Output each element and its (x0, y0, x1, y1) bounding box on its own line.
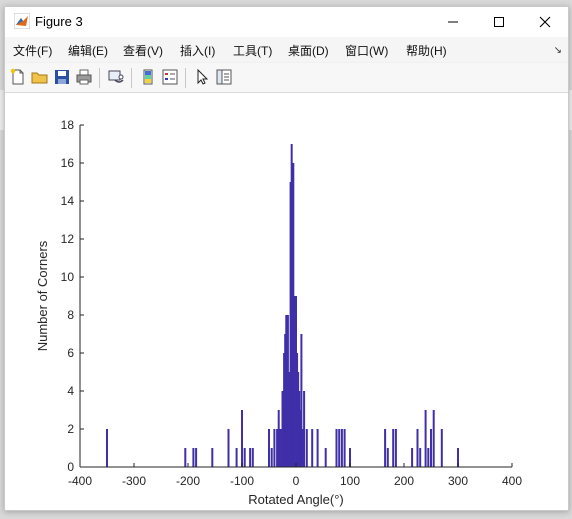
histogram-bar (227, 429, 230, 467)
print-icon[interactable] (75, 68, 93, 86)
x-tick-label: 200 (394, 474, 414, 488)
histogram-bar (386, 448, 389, 467)
toolbar-separator (131, 68, 132, 88)
open-file-icon[interactable] (31, 68, 49, 86)
histogram-bar (211, 448, 214, 467)
figure-toolbar (5, 63, 568, 93)
menu-file[interactable]: 文件(F) (13, 42, 52, 59)
menu-window[interactable]: 窗口(W) (345, 42, 388, 59)
maximize-button[interactable] (476, 7, 522, 37)
x-tick-label: -200 (176, 474, 200, 488)
y-tick-label: 18 (61, 118, 75, 132)
histogram-bar (340, 429, 343, 467)
y-tick-label: 2 (67, 422, 74, 436)
y-tick-label: 14 (61, 194, 75, 208)
histogram-bar (335, 429, 338, 467)
minimize-button[interactable] (430, 7, 476, 37)
edit-plot-arrow-icon[interactable] (193, 68, 211, 86)
histogram-bar (270, 448, 273, 467)
matlab-app-icon (14, 13, 30, 29)
histogram-bar (316, 429, 319, 467)
histogram-plot[interactable]: -400 -300 -200 -100 0 100 200 300 400 0 2 4 6 8 10 12 1… (5, 93, 568, 510)
close-button[interactable] (522, 7, 568, 37)
histogram-bar (106, 429, 108, 467)
y-axis-label: Number of Corners (35, 240, 50, 351)
histogram-bar (303, 391, 306, 467)
histogram-bar (249, 448, 252, 467)
histogram-bar (394, 429, 397, 467)
figure-window: Figure 3 文件(F) 编辑(E) 查看(V) 插入(I) 工具(T) 桌… (4, 6, 569, 511)
link-plot-icon[interactable] (107, 68, 125, 86)
y-tick-label: 12 (61, 232, 75, 246)
x-tick-label: -400 (68, 474, 92, 488)
menu-help[interactable]: 帮助(H) (406, 42, 447, 59)
x-tick-label: 100 (340, 474, 360, 488)
histogram-bar (432, 410, 435, 467)
x-axis-label: Rotated Angle(°) (248, 492, 344, 507)
histogram-bar (192, 448, 195, 467)
x-tick-label: 300 (448, 474, 468, 488)
y-tick-label: 10 (61, 270, 75, 284)
histogram-bar (392, 429, 395, 467)
window-title: Figure 3 (35, 14, 83, 29)
menu-insert[interactable]: 插入(I) (180, 42, 215, 59)
histogram-bar (419, 448, 422, 467)
menu-edit[interactable]: 编辑(E) (68, 42, 108, 59)
menu-desktop[interactable]: 桌面(D) (288, 42, 329, 59)
bars-group (106, 144, 459, 467)
new-figure-icon[interactable] (9, 68, 27, 86)
histogram-bar (235, 448, 238, 467)
histogram-bar (195, 448, 198, 467)
histogram-bar (268, 429, 270, 467)
title-bar: Figure 3 (5, 7, 568, 37)
x-tick-label: -100 (230, 474, 254, 488)
dock-arrow-icon[interactable]: ↘ (554, 45, 562, 56)
y-tick-label: 8 (67, 308, 74, 322)
save-icon[interactable] (53, 68, 71, 86)
histogram-bar (384, 429, 387, 467)
menu-bar: 文件(F) 编辑(E) 查看(V) 插入(I) 工具(T) 桌面(D) 窗口(W… (5, 37, 568, 62)
histogram-bar (311, 429, 314, 467)
property-inspector-icon[interactable] (215, 68, 233, 86)
histogram-bar (424, 410, 427, 467)
close-icon (539, 16, 551, 28)
maximize-icon (494, 17, 504, 27)
y-tick-label: 4 (67, 384, 74, 398)
toolbar-separator (99, 68, 100, 88)
histogram-bar (343, 429, 346, 467)
histogram-bar (184, 448, 187, 467)
insert-legend-icon[interactable] (161, 68, 179, 86)
menu-view[interactable]: 查看(V) (123, 42, 163, 59)
histogram-bar (430, 429, 432, 467)
menu-tools[interactable]: 工具(T) (233, 42, 272, 59)
histogram-bar (440, 429, 443, 467)
histogram-bar (241, 410, 243, 467)
histogram-bar (243, 448, 246, 467)
histogram-bar (251, 448, 254, 467)
insert-colorbar-icon[interactable] (139, 68, 157, 86)
histogram-bar (305, 429, 308, 467)
y-tick-label: 0 (67, 460, 74, 474)
figure-canvas: -400 -300 -200 -100 0 100 200 300 400 0 2 4 6 8 10 12 1… (5, 93, 568, 510)
histogram-bar (416, 429, 419, 467)
y-tick-label: 16 (61, 156, 75, 170)
minimize-icon (448, 21, 458, 23)
histogram-bar (273, 429, 276, 467)
y-tick-label: 6 (67, 346, 74, 360)
histogram-bar (411, 448, 414, 467)
x-tick-label: -300 (122, 474, 146, 488)
x-tick-label: 400 (502, 474, 522, 488)
histogram-bar (324, 448, 327, 467)
x-tick-label: 0 (293, 474, 300, 488)
histogram-bar (338, 429, 341, 467)
toolbar-separator (185, 68, 186, 88)
histogram-bar (427, 448, 430, 467)
